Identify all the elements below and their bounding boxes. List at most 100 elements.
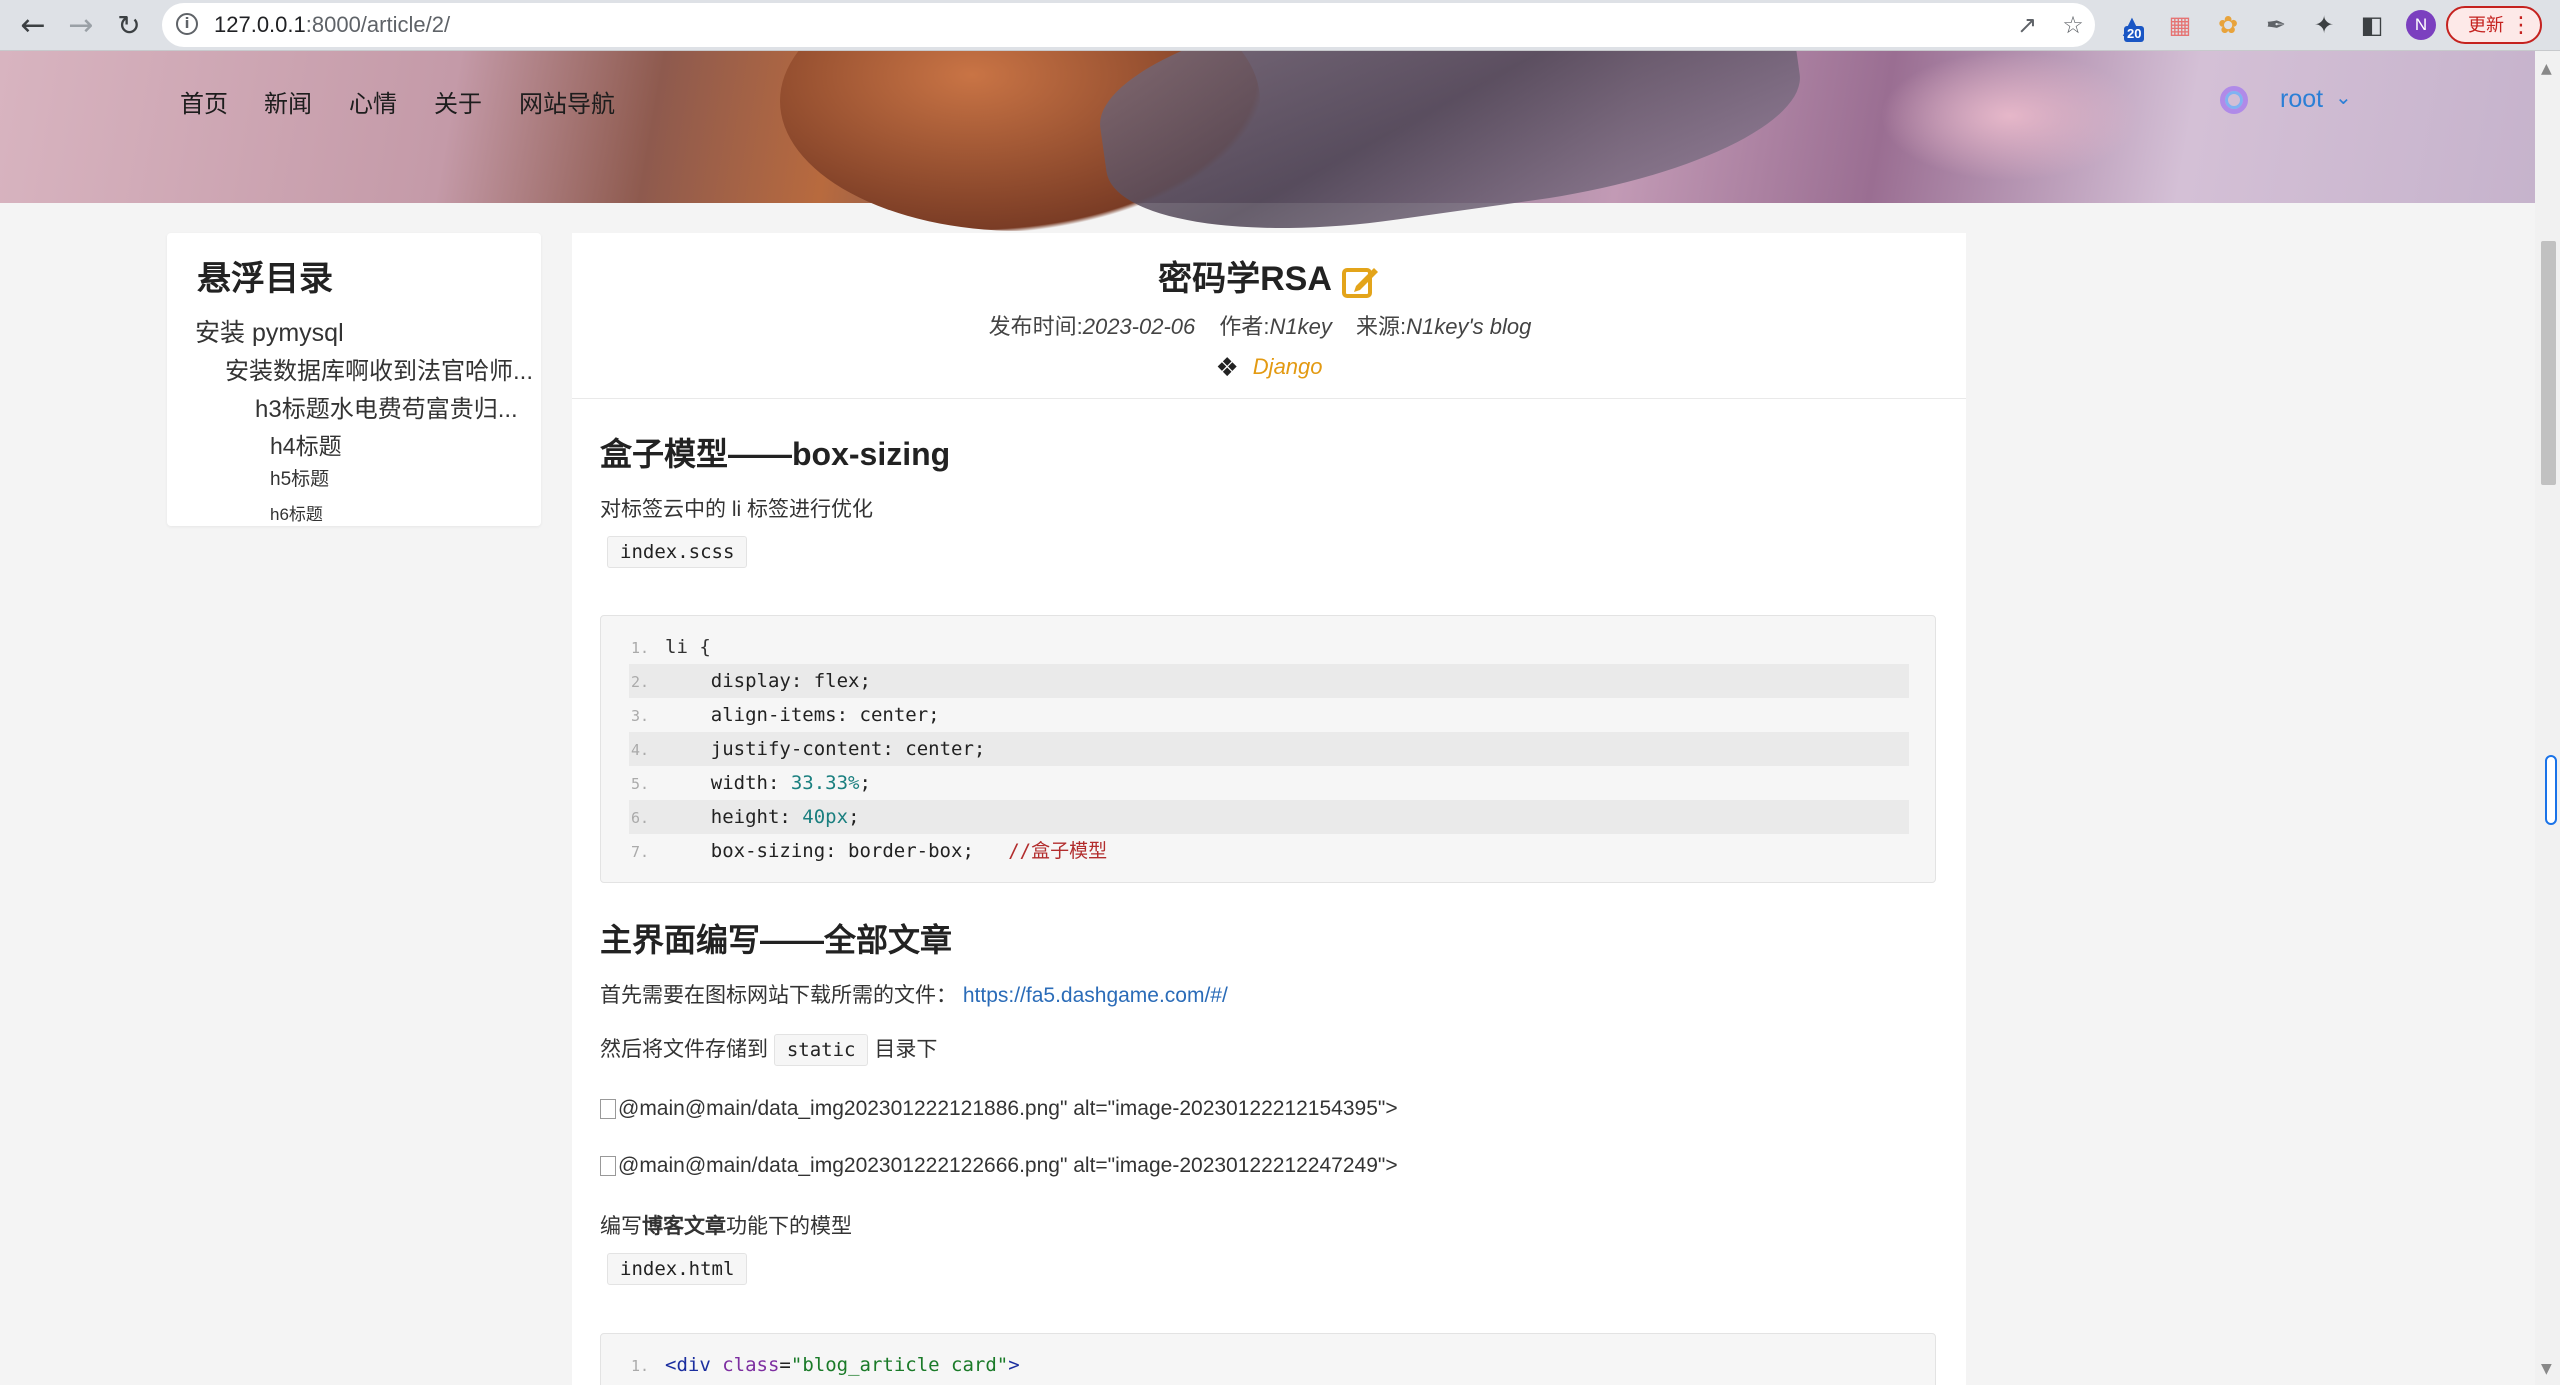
file-label-text: index.html: [607, 1253, 748, 1285]
toc-item[interactable]: h5标题: [270, 464, 329, 491]
meta-date-label: 发布时间:: [988, 314, 1083, 339]
nav-news[interactable]: 新闻: [264, 84, 312, 119]
user-menu[interactable]: root: [2280, 85, 2323, 114]
paragraph-text: 然后将文件存储到: [600, 1038, 768, 1061]
forward-icon[interactable]: →: [64, 8, 98, 43]
article-title-text: 密码学RSA: [1158, 260, 1332, 298]
line-number: 1.: [631, 1357, 650, 1375]
inline-code: static: [773, 1034, 869, 1066]
article-card: 密码学RSA 发布时间:2023-02-06 作者:N1key 来源:N1key…: [572, 233, 1966, 1385]
code-line: 1. li {: [629, 630, 1909, 664]
tags-icon: ❖: [1215, 353, 1239, 383]
code-prop: justify-content: [710, 738, 883, 760]
toc-item[interactable]: 安装数据库啊收到法官哈师...: [225, 351, 533, 386]
page-scrollbar[interactable]: ▲ ▼: [2535, 51, 2560, 1385]
code-prop: width: [710, 772, 768, 794]
scroll-up-icon[interactable]: ▲: [2541, 61, 2552, 77]
broken-image-alt: @main@main/data_img202301222122666.png" …: [600, 1154, 1398, 1178]
line-number: 7.: [631, 843, 650, 861]
code-value: border-box: [848, 840, 963, 862]
hero-banner: 首页 新闻 心情 关于 网站导航 root ⌄: [0, 51, 2535, 259]
paragraph: 首先需要在图标网站下载所需的文件： https://fa5.dashgame.c…: [600, 979, 1228, 1009]
line-number: 5.: [631, 775, 650, 793]
update-button[interactable]: 更新 ⋮: [2446, 6, 2542, 44]
address-bar[interactable]: i 127.0.0.1:8000/article/2/ ↗ ☆: [162, 3, 2095, 47]
browser-toolbar: ← → ↻ i 127.0.0.1:8000/article/2/ ↗ ☆ ▲ …: [0, 0, 2560, 51]
site-info-icon[interactable]: i: [176, 13, 198, 35]
broken-image-alt: @main@main/data_img202301222121886.png" …: [600, 1097, 1398, 1121]
toc-item[interactable]: h4标题: [270, 427, 342, 461]
paragraph-text: 首先需要在图标网站下载所需的文件：: [600, 984, 957, 1007]
nav-site-navigation[interactable]: 网站导航: [519, 84, 615, 119]
meta-date: 2023-02-06: [1082, 314, 1196, 339]
chevron-down-icon[interactable]: ⌄: [2335, 85, 2352, 109]
puzzle-icon[interactable]: ✦: [2308, 9, 2340, 41]
toc-item[interactable]: h3标题水电费苟富贵归...: [255, 389, 518, 424]
paragraph-text: 编写: [600, 1215, 642, 1238]
scrollbar-thumb[interactable]: [2541, 241, 2556, 485]
nav-mood[interactable]: 心情: [349, 84, 397, 119]
url-path: :8000/article/2/: [305, 12, 451, 37]
extension-fire-icon[interactable]: ✿: [2212, 9, 2244, 41]
user-ring-icon[interactable]: [2220, 86, 2248, 114]
file-label-text: index.scss: [607, 536, 748, 568]
article-header: 密码学RSA 发布时间:2023-02-06 作者:N1key 来源:N1key…: [572, 233, 1966, 399]
broken-image-text: @main@main/data_img202301222122666.png" …: [618, 1154, 1398, 1177]
paragraph-text: 目录下: [874, 1038, 938, 1061]
code-selector: li {: [665, 636, 711, 658]
line-number: 4.: [631, 741, 650, 759]
scroll-down-icon[interactable]: ▼: [2541, 1361, 2552, 1377]
icon-site-link[interactable]: https://fa5.dashgame.com/#/: [963, 984, 1228, 1007]
extension-badge: 20: [2124, 26, 2145, 42]
meta-source-label: 来源:: [1356, 314, 1407, 339]
code-value: 40px: [802, 806, 849, 828]
profile-avatar[interactable]: N: [2406, 10, 2436, 40]
url-text[interactable]: 127.0.0.1:8000/article/2/: [214, 3, 450, 47]
code-string: "blog_article card": [790, 1354, 1009, 1376]
code-prop: box-sizing: [710, 840, 826, 862]
menu-dots-icon: ⋮: [2510, 12, 2532, 37]
update-label: 更新: [2468, 15, 2504, 35]
article-meta: 发布时间:2023-02-06 作者:N1key 来源:N1key's blog: [572, 309, 1966, 341]
nav-home[interactable]: 首页: [180, 84, 228, 119]
back-icon[interactable]: ←: [16, 8, 50, 43]
file-label: index.scss: [607, 536, 748, 568]
file-label: index.html: [607, 1253, 748, 1285]
section-heading: 盒子模型——box-sizing: [600, 436, 951, 472]
share-icon[interactable]: ↗: [2013, 11, 2041, 39]
reload-icon[interactable]: ↻: [112, 8, 146, 42]
bookmark-star-icon[interactable]: ☆: [2059, 11, 2087, 39]
toc-item[interactable]: 安装 pymysql: [195, 313, 344, 349]
code-line: 5. width: 33.33%;: [629, 766, 1909, 800]
side-drag-handle[interactable]: [2545, 755, 2557, 825]
meta-source: N1key's blog: [1406, 314, 1532, 339]
section-heading: 主界面编写——全部文章: [600, 922, 953, 958]
tag-link[interactable]: Django: [1253, 354, 1323, 379]
page-viewport: 首页 新闻 心情 关于 网站导航 root ⌄ 悬浮目录 安装 pymysql …: [0, 51, 2535, 1385]
code-value: flex: [813, 670, 860, 692]
code-line: 7. box-sizing: border-box; //盒子模型: [629, 834, 1909, 868]
code-comment: //盒子模型: [1008, 840, 1108, 862]
line-number: 1.: [631, 639, 650, 657]
code-value: 33.33%: [790, 772, 860, 794]
broken-image-icon: [600, 1099, 616, 1120]
meta-author: N1key: [1269, 314, 1332, 339]
broken-image-text: @main@main/data_img202301222121886.png" …: [618, 1097, 1398, 1120]
toc-item[interactable]: h6标题: [270, 500, 323, 525]
code-line: 3. align-items: center;: [629, 698, 1909, 732]
edit-icon[interactable]: [1341, 264, 1380, 299]
code-block: 1. li { 2. display: flex; 3. align-items:…: [600, 615, 1936, 883]
code-value: center: [905, 738, 974, 760]
side-panel-icon[interactable]: ◧: [2356, 9, 2388, 41]
article-title: 密码学RSA: [572, 251, 1966, 300]
nav-about[interactable]: 关于: [434, 84, 482, 119]
extension-store-icon[interactable]: ▦: [2164, 9, 2196, 41]
broken-image-icon: [600, 1156, 616, 1177]
line-number: 3.: [631, 707, 650, 725]
eyedropper-icon[interactable]: ✒: [2260, 9, 2292, 41]
code-line: 1. <div class="blog_article card">: [629, 1348, 1909, 1382]
code-attr: class: [722, 1354, 780, 1376]
code-prop: height: [710, 806, 780, 828]
line-number: 6.: [631, 809, 650, 827]
paragraph: 然后将文件存储到 static 目录下: [600, 1033, 937, 1066]
